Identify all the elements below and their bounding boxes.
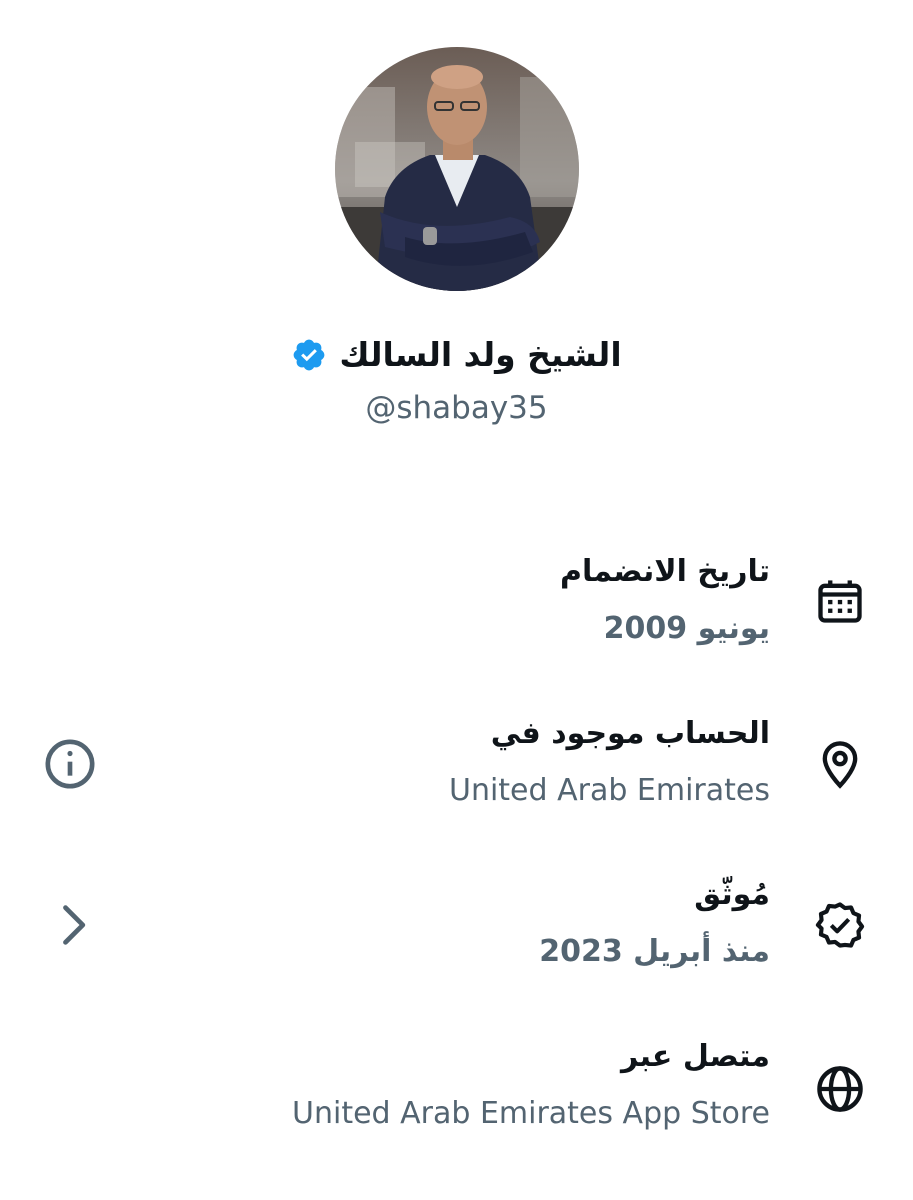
calendar-icon [814,575,866,627]
profile-handle: @shabay35 [365,390,548,426]
profile-name-row: الشيخ ولد السالك [0,330,913,380]
info-icon[interactable] [42,736,98,792]
verified-value: منذ أبريل 2023 [539,934,770,969]
location-value: United Arab Emirates [449,768,770,814]
verified-badge-icon[interactable] [291,337,327,373]
location-pin-icon [814,738,866,790]
joined-title: تاريخ الانضمام [560,554,770,589]
about-row-verified[interactable]: مُوثّق منذ أبريل 2023 [0,873,913,1003]
joined-value: يونيو 2009 [603,611,770,646]
chevron-right-icon[interactable] [46,899,98,951]
about-row-location: الحساب موجود في United Arab Emirates [0,712,913,842]
about-row-connected-via: متصل عبر United Arab Emirates App Store [0,1035,913,1165]
display-name: الشيخ ولد السالك [339,335,622,374]
verified-title: مُوثّق [694,877,770,912]
about-row-joined: تاريخ الانضمام يونيو 2009 [0,550,913,680]
connected-via-title: متصل عبر [620,1039,770,1074]
profile-avatar[interactable] [335,47,579,291]
connected-via-value-text: United Arab Emirates App Store [292,1096,770,1131]
connected-via-value: United Arab Emirates App Store [292,1091,770,1137]
verified-badge-outline-icon [814,899,866,951]
location-value-text: United Arab Emirates [448,773,770,808]
globe-icon [814,1063,866,1115]
location-title: الحساب موجود في [490,716,770,751]
